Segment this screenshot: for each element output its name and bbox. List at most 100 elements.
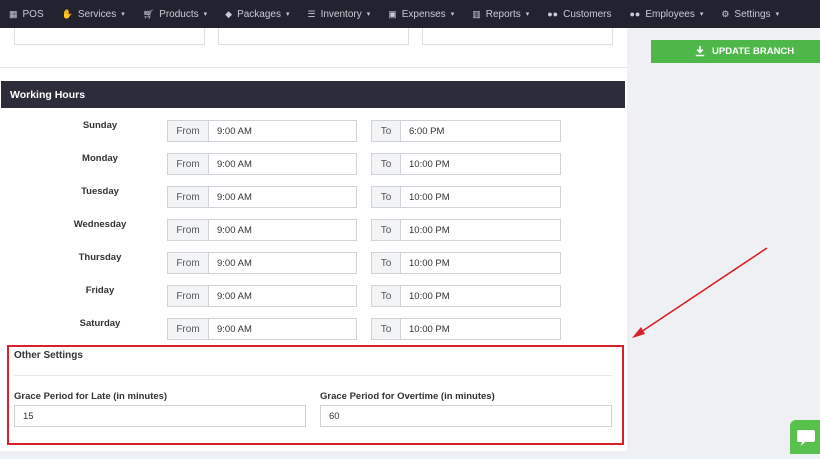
- chevron-down-icon: ▾: [121, 11, 125, 18]
- nav-label: Products: [159, 8, 199, 20]
- wednesday-from-input[interactable]: 9:00 AM: [209, 220, 252, 240]
- from-addon: From: [168, 319, 209, 339]
- nav-label: Settings: [734, 8, 771, 20]
- bar-chart-icon: ▥: [472, 8, 481, 19]
- sunday-to-group: To 6:00 PM: [371, 120, 561, 142]
- hand-icon: ✋: [61, 8, 73, 19]
- chevron-down-icon: ▾: [450, 11, 455, 18]
- friday-to-input[interactable]: 10:00 PM: [401, 286, 450, 306]
- nav-packages[interactable]: ◆ Packages ▾: [216, 0, 298, 28]
- chevron-down-icon: ▾: [286, 11, 290, 18]
- from-addon: From: [168, 154, 209, 174]
- to-addon: To: [372, 220, 401, 240]
- day-label-monday: Monday: [82, 153, 118, 164]
- nav-employees[interactable]: ●● Employees ▾: [620, 0, 712, 28]
- update-branch-button[interactable]: UPDATE BRANCH: [651, 40, 820, 63]
- thursday-to-input[interactable]: 10:00 PM: [401, 253, 450, 273]
- nav-expenses[interactable]: ▣ Expenses ▾: [379, 0, 463, 28]
- saturday-from-group: From 9:00 AM: [167, 318, 357, 340]
- nav-services[interactable]: ✋ Services ▾: [53, 0, 134, 28]
- monday-from-group: From 9:00 AM: [167, 153, 357, 175]
- top-nav: ▦ POS ✋ Services ▾ 🛒︎ Products ▾ ◆ Packa…: [0, 0, 820, 28]
- chat-widget-button[interactable]: [790, 420, 820, 454]
- divider: [0, 67, 627, 68]
- partial-field[interactable]: [422, 28, 613, 45]
- chevron-down-icon: ▾: [699, 11, 704, 18]
- tags-icon: ◆: [225, 8, 233, 19]
- tuesday-to-input[interactable]: 10:00 PM: [401, 187, 450, 207]
- to-addon: To: [372, 121, 401, 141]
- friday-to-group: To 10:00 PM: [371, 285, 561, 307]
- tuesday-to-group: To 10:00 PM: [371, 186, 561, 208]
- chevron-down-icon: ▾: [366, 11, 371, 18]
- from-addon: From: [168, 187, 209, 207]
- wednesday-to-input[interactable]: 10:00 PM: [401, 220, 450, 240]
- cart-icon: 🛒︎: [142, 8, 155, 19]
- chevron-down-icon: ▾: [775, 11, 780, 18]
- nav-products[interactable]: 🛒︎ Products ▾: [134, 0, 216, 28]
- day-label-tuesday: Tuesday: [81, 186, 119, 197]
- highlight-box: [7, 345, 624, 445]
- nav-label: Services: [77, 8, 117, 20]
- nav-label: Packages: [237, 8, 281, 20]
- download-icon: [695, 46, 705, 57]
- working-hours-header: Working Hours: [1, 81, 625, 108]
- nav-customers[interactable]: ●● Customers: [538, 0, 620, 28]
- to-addon: To: [372, 286, 401, 306]
- chevron-down-icon: ▾: [525, 11, 530, 18]
- day-label-friday: Friday: [85, 285, 115, 296]
- nav-inventory[interactable]: ☰ Inventory ▾: [299, 0, 380, 28]
- sunday-to-input[interactable]: 6:00 PM: [401, 121, 444, 141]
- partial-field[interactable]: [218, 28, 409, 45]
- nav-label: Customers: [563, 8, 612, 20]
- to-addon: To: [372, 187, 401, 207]
- nav-label: Expenses: [401, 8, 446, 20]
- day-label-saturday: Saturday: [79, 318, 121, 329]
- day-label-thursday: Thursday: [78, 252, 122, 263]
- from-addon: From: [168, 286, 209, 306]
- to-addon: To: [372, 319, 401, 339]
- monday-from-input[interactable]: 9:00 AM: [209, 154, 252, 174]
- friday-from-group: From 9:00 AM: [167, 285, 357, 307]
- friday-from-input[interactable]: 9:00 AM: [209, 286, 252, 306]
- monday-to-input[interactable]: 10:00 PM: [401, 154, 450, 174]
- thursday-to-group: To 10:00 PM: [371, 252, 561, 274]
- from-addon: From: [168, 253, 209, 273]
- annotation-arrow: [632, 247, 768, 338]
- day-label-wednesday: Wednesday: [73, 219, 127, 230]
- users-icon: ●●: [547, 9, 559, 19]
- chevron-down-icon: ▾: [203, 11, 208, 18]
- saturday-to-input[interactable]: 10:00 PM: [401, 319, 450, 339]
- day-label-sunday: Sunday: [82, 120, 118, 131]
- nav-label: POS: [22, 8, 44, 20]
- user-group-icon: ●●: [629, 9, 641, 19]
- sunday-from-group: From 9:00 AM: [167, 120, 357, 142]
- nav-reports[interactable]: ▥ Reports ▾: [463, 0, 538, 28]
- update-branch-label: UPDATE BRANCH: [712, 46, 795, 57]
- nav-label: Inventory: [320, 8, 362, 20]
- wednesday-to-group: To 10:00 PM: [371, 219, 561, 241]
- thursday-from-group: From 9:00 AM: [167, 252, 357, 274]
- nav-label: Employees: [645, 8, 695, 20]
- monday-to-group: To 10:00 PM: [371, 153, 561, 175]
- sunday-from-input[interactable]: 9:00 AM: [209, 121, 252, 141]
- saturday-to-group: To 10:00 PM: [371, 318, 561, 340]
- list-icon: ☰: [307, 8, 316, 19]
- tuesday-from-group: From 9:00 AM: [167, 186, 357, 208]
- nav-settings[interactable]: ⚙ Settings ▾: [712, 0, 788, 28]
- saturday-from-input[interactable]: 9:00 AM: [209, 319, 252, 339]
- tuesday-from-input[interactable]: 9:00 AM: [209, 187, 252, 207]
- partial-field[interactable]: [14, 28, 205, 45]
- from-addon: From: [168, 220, 209, 240]
- to-addon: To: [372, 154, 401, 174]
- thursday-from-input[interactable]: 9:00 AM: [209, 253, 252, 273]
- nav-pos[interactable]: ▦ POS: [0, 0, 53, 28]
- nav-label: Reports: [485, 8, 521, 20]
- gear-icon: ⚙: [721, 8, 730, 19]
- calculator-icon: ▦: [9, 8, 18, 19]
- wednesday-from-group: From 9:00 AM: [167, 219, 357, 241]
- chat-bubble-icon: [797, 430, 815, 446]
- receipt-icon: ▣: [388, 8, 397, 19]
- from-addon: From: [168, 121, 209, 141]
- to-addon: To: [372, 253, 401, 273]
